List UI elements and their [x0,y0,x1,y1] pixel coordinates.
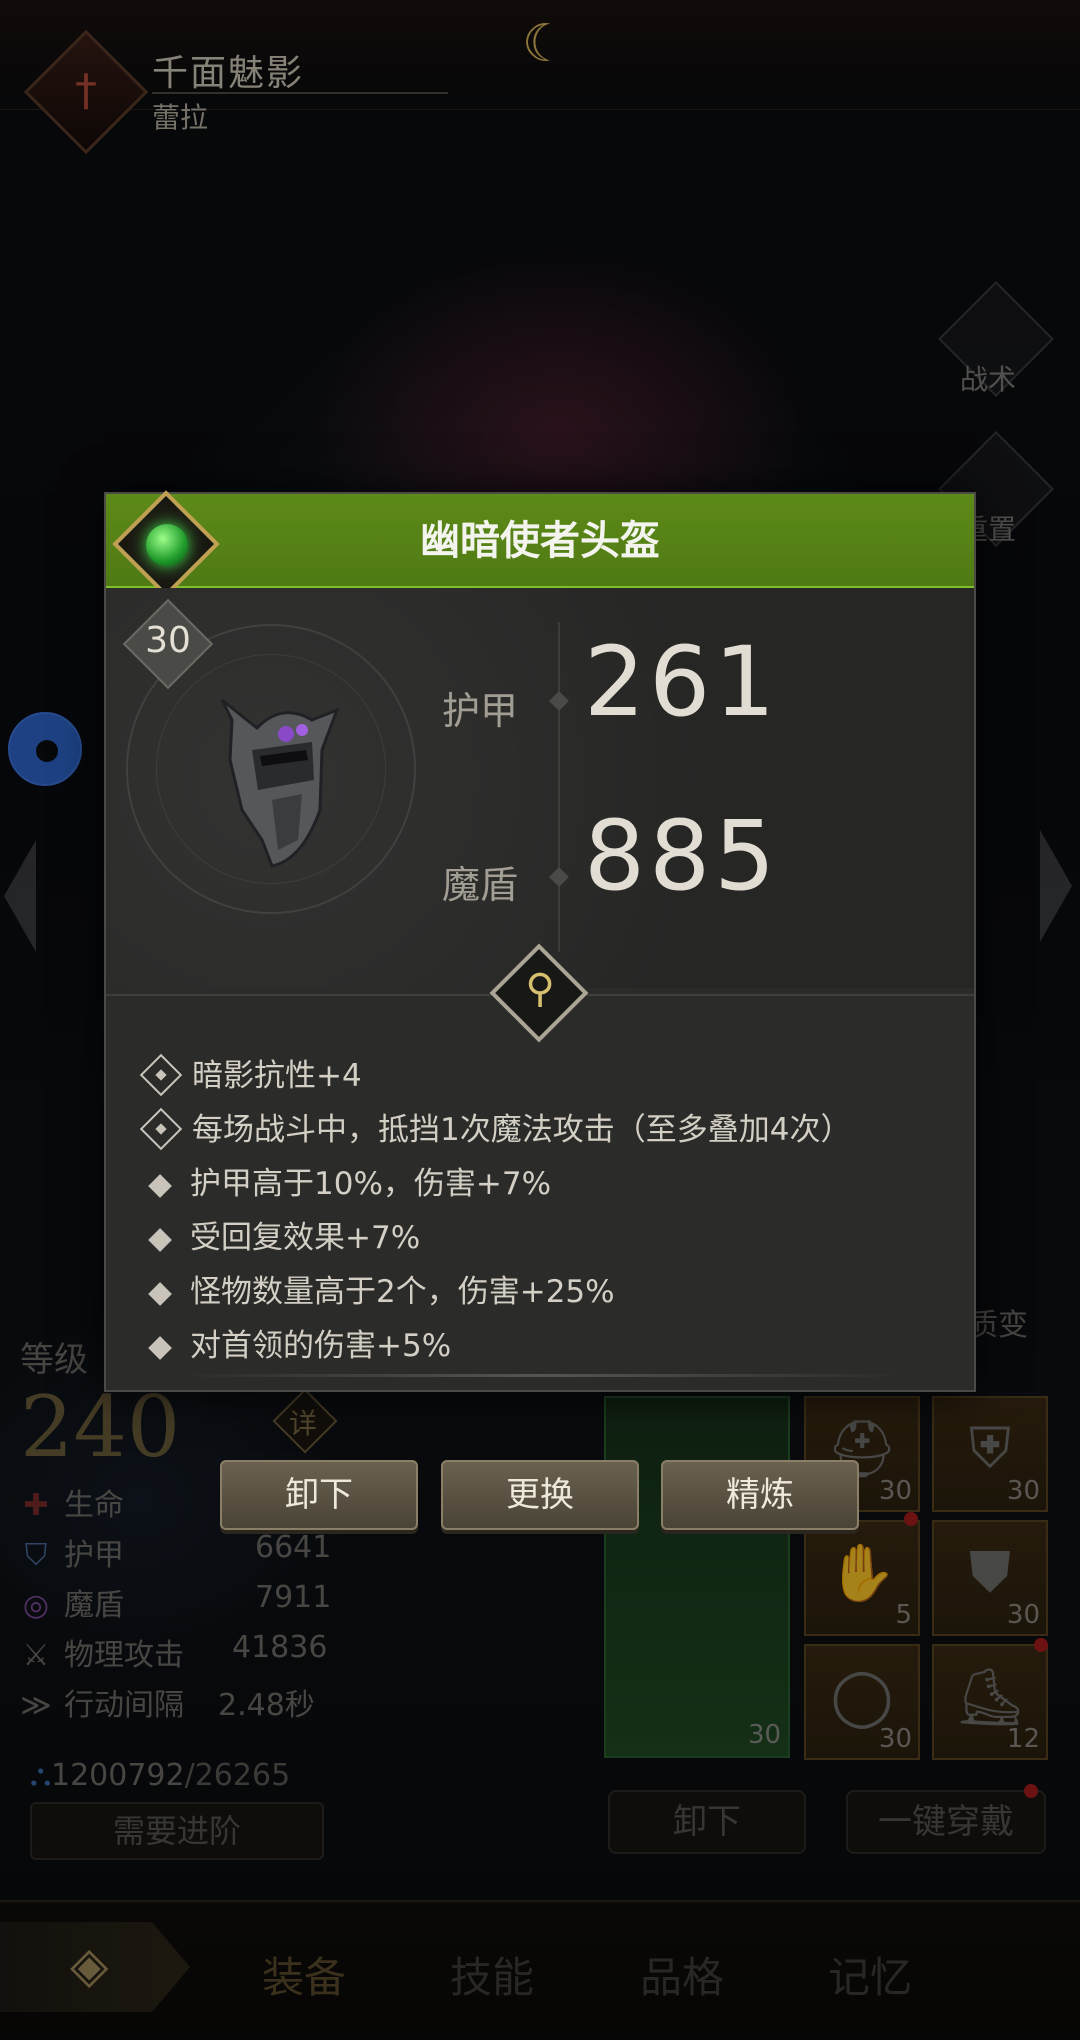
lock-icon [139,1053,183,1097]
lock-icon [139,1107,183,1151]
armor-stat-label: 护甲 [442,689,519,733]
item-attribute: ◆ 受回复效果+7% [142,1212,420,1257]
bullet-icon: ◆ [148,1166,172,1202]
magic-shield-stat-value: 885 [584,800,780,912]
item-attribute: ◆ 怪物数量高于2个，伤害+25% [142,1266,615,1311]
bullet-icon: ◆ [148,1220,172,1256]
attribute-text: 每场战斗中，抵挡1次魔法攻击（至多叠加4次） [192,1112,852,1148]
attribute-text: 怪物数量高于2个，伤害+25% [190,1274,615,1310]
bullet-icon: ◆ [148,1328,172,1364]
item-attribute: 每场战斗中，抵挡1次魔法攻击（至多叠加4次） [139,1104,852,1151]
armor-stat-value: 261 [584,626,780,738]
attribute-text: 受回复效果+7% [190,1220,421,1256]
item-level: 30 [145,620,191,661]
helmet-icon [220,698,340,868]
item-detail-dialog: 幽暗使者头盔 30 护甲 261 魔盾 885 ⚲ 暗影抗性+4 每场战斗中，抵… [104,490,976,1392]
attribute-text: 护甲高于10%，伤害+7% [190,1166,552,1202]
unequip-button[interactable]: 卸下 [220,1460,418,1530]
attribute-text: 对首领的伤害+5% [190,1328,452,1364]
rarity-gem-icon [146,524,188,566]
item-attribute: ◆ 对首领的伤害+5% [142,1320,451,1365]
attribute-text: 暗影抗性+4 [192,1058,362,1094]
magic-shield-stat-label: 魔盾 [442,863,519,907]
refine-button[interactable]: 精炼 [661,1460,859,1530]
bullet-icon: ◆ [148,1274,172,1310]
stats-divider [558,622,560,952]
item-title: 幽暗使者头盔 [420,518,660,564]
dialog-bottom-ornament [176,1374,906,1377]
item-attribute: 暗影抗性+4 [139,1050,362,1097]
replace-button[interactable]: 更换 [441,1460,639,1530]
magnifier-icon[interactable]: ⚲ [520,966,560,1012]
item-attribute: ◆ 护甲高于10%，伤害+7% [142,1158,551,1203]
